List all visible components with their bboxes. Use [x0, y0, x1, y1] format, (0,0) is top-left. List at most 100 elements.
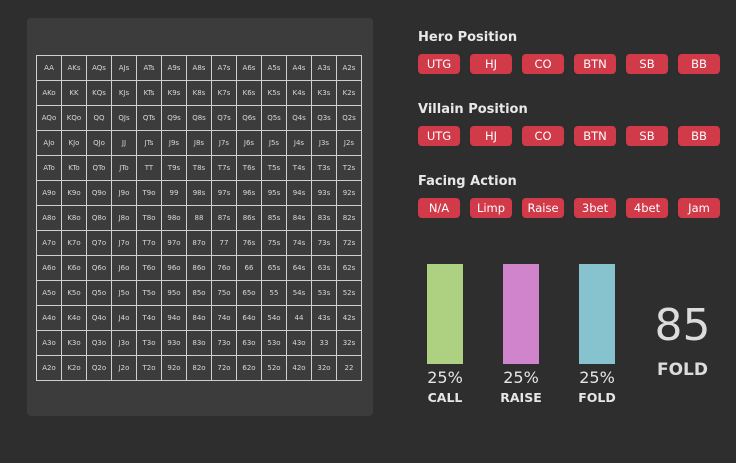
hand-cell[interactable]: AQo	[36, 105, 62, 131]
hand-cell[interactable]: A2s	[336, 55, 362, 81]
hand-cell[interactable]: 53s	[311, 280, 337, 306]
hand-cell[interactable]: Q7o	[86, 230, 112, 256]
hand-cell[interactable]: 98s	[186, 180, 212, 206]
hand-cell[interactable]: K7o	[61, 230, 87, 256]
hand-cell[interactable]: 65o	[236, 280, 262, 306]
hand-cell[interactable]: 33	[311, 330, 337, 356]
hand-cell[interactable]: K5o	[61, 280, 87, 306]
hand-cell[interactable]: 92s	[336, 180, 362, 206]
hand-cell[interactable]: JTs	[136, 130, 162, 156]
villain-button-utg[interactable]: UTG	[418, 126, 460, 146]
hand-cell[interactable]: T9s	[161, 155, 187, 181]
hand-cell[interactable]: 52o	[261, 355, 287, 381]
hand-cell[interactable]: A8s	[186, 55, 212, 81]
hand-cell[interactable]: J6o	[111, 255, 137, 281]
hand-cell[interactable]: K9s	[161, 80, 187, 106]
hero-button-co[interactable]: CO	[522, 54, 564, 74]
hand-cell[interactable]: T7s	[211, 155, 237, 181]
hand-cell[interactable]: 54o	[261, 305, 287, 331]
hand-cell[interactable]: A8o	[36, 205, 62, 231]
hand-cell[interactable]: J5s	[261, 130, 287, 156]
hand-cell[interactable]: 82o	[186, 355, 212, 381]
hand-cell[interactable]: Q9o	[86, 180, 112, 206]
facing-action-button-3bet[interactable]: 3bet	[574, 198, 616, 218]
hand-cell[interactable]: T6o	[136, 255, 162, 281]
hand-cell[interactable]: 22	[336, 355, 362, 381]
hand-cell[interactable]: 62s	[336, 255, 362, 281]
hand-cell[interactable]: A9s	[161, 55, 187, 81]
hand-cell[interactable]: Q5o	[86, 280, 112, 306]
hand-cell[interactable]: 44	[286, 305, 312, 331]
hand-cell[interactable]: 85s	[261, 205, 287, 231]
hand-cell[interactable]: 66	[236, 255, 262, 281]
hand-cell[interactable]: Q9s	[161, 105, 187, 131]
hand-cell[interactable]: 74o	[211, 305, 237, 331]
hand-cell[interactable]: 97o	[161, 230, 187, 256]
hand-cell[interactable]: AA	[36, 55, 62, 81]
hand-cell[interactable]: J5o	[111, 280, 137, 306]
facing-action-button-jam[interactable]: Jam	[678, 198, 720, 218]
hand-cell[interactable]: 62o	[236, 355, 262, 381]
hand-cell[interactable]: ATo	[36, 155, 62, 181]
hero-button-bb[interactable]: BB	[678, 54, 720, 74]
hand-cell[interactable]: 88	[186, 205, 212, 231]
hand-cell[interactable]: J9o	[111, 180, 137, 206]
hand-cell[interactable]: A5o	[36, 280, 62, 306]
hand-cell[interactable]: T3o	[136, 330, 162, 356]
hand-cell[interactable]: QQ	[86, 105, 112, 131]
hand-cell[interactable]: 96o	[161, 255, 187, 281]
hand-cell[interactable]: A7s	[211, 55, 237, 81]
hand-cell[interactable]: A3o	[36, 330, 62, 356]
hand-cell[interactable]: A6s	[236, 55, 262, 81]
hand-cell[interactable]: 82s	[336, 205, 362, 231]
hand-cell[interactable]: AJo	[36, 130, 62, 156]
hand-cell[interactable]: AQs	[86, 55, 112, 81]
hand-cell[interactable]: 87o	[186, 230, 212, 256]
hand-cell[interactable]: Q5s	[261, 105, 287, 131]
hero-button-sb[interactable]: SB	[626, 54, 668, 74]
hand-cell[interactable]: KQo	[61, 105, 87, 131]
hand-cell[interactable]: 83s	[311, 205, 337, 231]
hand-cell[interactable]: 75o	[211, 280, 237, 306]
hand-cell[interactable]: 94s	[286, 180, 312, 206]
hand-cell[interactable]: J2s	[336, 130, 362, 156]
hand-cell[interactable]: KK	[61, 80, 87, 106]
hand-cell[interactable]: K8o	[61, 205, 87, 231]
hand-cell[interactable]: 65s	[261, 255, 287, 281]
hand-cell[interactable]: A7o	[36, 230, 62, 256]
hand-cell[interactable]: T6s	[236, 155, 262, 181]
hand-cell[interactable]: TT	[136, 155, 162, 181]
hand-cell[interactable]: J9s	[161, 130, 187, 156]
hand-cell[interactable]: KTo	[61, 155, 87, 181]
hand-cell[interactable]: Q8o	[86, 205, 112, 231]
hand-cell[interactable]: A9o	[36, 180, 62, 206]
hand-cell[interactable]: 98o	[161, 205, 187, 231]
hand-cell[interactable]: Q2o	[86, 355, 112, 381]
hand-cell[interactable]: 73o	[211, 330, 237, 356]
hand-cell[interactable]: K4o	[61, 305, 87, 331]
hand-cell[interactable]: 55	[261, 280, 287, 306]
hand-cell[interactable]: J7s	[211, 130, 237, 156]
hero-button-hj[interactable]: HJ	[470, 54, 512, 74]
hand-cell[interactable]: K2o	[61, 355, 87, 381]
hand-cell[interactable]: 53o	[261, 330, 287, 356]
hand-cell[interactable]: 76o	[211, 255, 237, 281]
villain-button-sb[interactable]: SB	[626, 126, 668, 146]
hand-cell[interactable]: A5s	[261, 55, 287, 81]
hand-cell[interactable]: K7s	[211, 80, 237, 106]
villain-button-bb[interactable]: BB	[678, 126, 720, 146]
hand-cell[interactable]: ATs	[136, 55, 162, 81]
hand-cell[interactable]: K3o	[61, 330, 87, 356]
hand-cell[interactable]: 54s	[286, 280, 312, 306]
hand-cell[interactable]: K8s	[186, 80, 212, 106]
hand-cell[interactable]: J8o	[111, 205, 137, 231]
hand-cell[interactable]: J7o	[111, 230, 137, 256]
hand-cell[interactable]: T4s	[286, 155, 312, 181]
hand-cell[interactable]: Q8s	[186, 105, 212, 131]
hand-cell[interactable]: T5o	[136, 280, 162, 306]
hand-cell[interactable]: KTs	[136, 80, 162, 106]
facing-action-button-4bet[interactable]: 4bet	[626, 198, 668, 218]
hand-cell[interactable]: 42o	[286, 355, 312, 381]
hand-cell[interactable]: 76s	[236, 230, 262, 256]
hero-button-btn[interactable]: BTN	[574, 54, 616, 74]
